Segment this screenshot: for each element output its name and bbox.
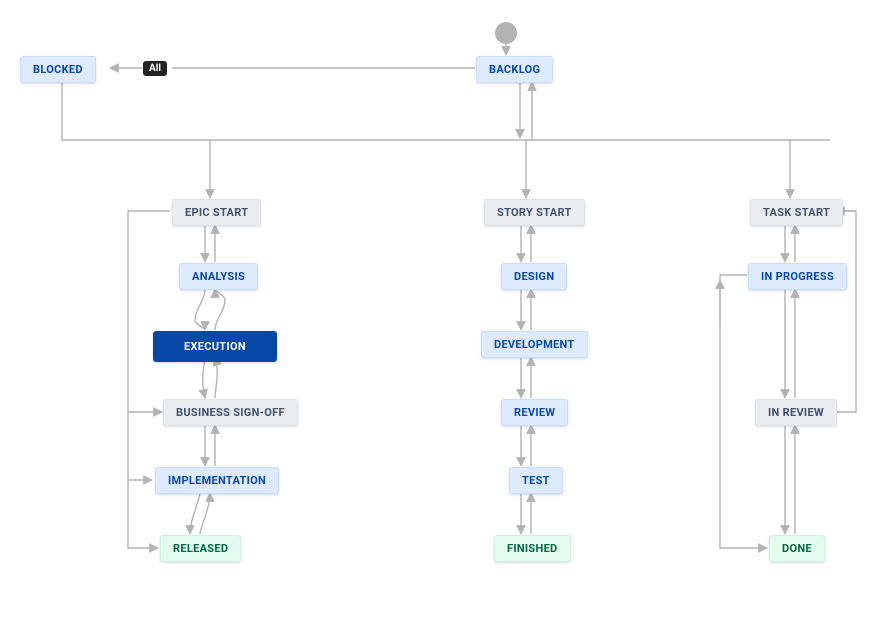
node-development[interactable]: DEVELOPMENT <box>481 331 588 358</box>
node-test[interactable]: TEST <box>509 467 563 494</box>
node-blocked[interactable]: BLOCKED <box>20 56 96 83</box>
node-in-progress[interactable]: IN PROGRESS <box>748 263 847 290</box>
node-task-start[interactable]: TASK START <box>750 199 843 226</box>
node-execution[interactable]: EXECUTION <box>153 331 277 362</box>
pill-all[interactable]: All <box>143 61 167 76</box>
node-implementation[interactable]: IMPLEMENTATION <box>155 467 279 494</box>
node-in-review[interactable]: IN REVIEW <box>755 399 837 426</box>
node-done[interactable]: DONE <box>769 535 825 562</box>
node-backlog[interactable]: BACKLOG <box>476 56 553 83</box>
node-design[interactable]: DESIGN <box>501 263 567 290</box>
node-business-signoff[interactable]: BUSINESS SIGN-OFF <box>163 399 298 426</box>
node-review[interactable]: REVIEW <box>501 399 568 426</box>
node-analysis[interactable]: ANALYSIS <box>179 263 258 290</box>
edges-layer <box>0 0 869 624</box>
node-story-start[interactable]: STORY START <box>484 199 585 226</box>
workflow-canvas: BLOCKED All BACKLOG EPIC START STORY STA… <box>0 0 869 624</box>
node-finished[interactable]: FINISHED <box>494 535 571 562</box>
start-node <box>495 22 517 44</box>
node-epic-start[interactable]: EPIC START <box>172 199 261 226</box>
node-released[interactable]: RELEASED <box>160 535 241 562</box>
